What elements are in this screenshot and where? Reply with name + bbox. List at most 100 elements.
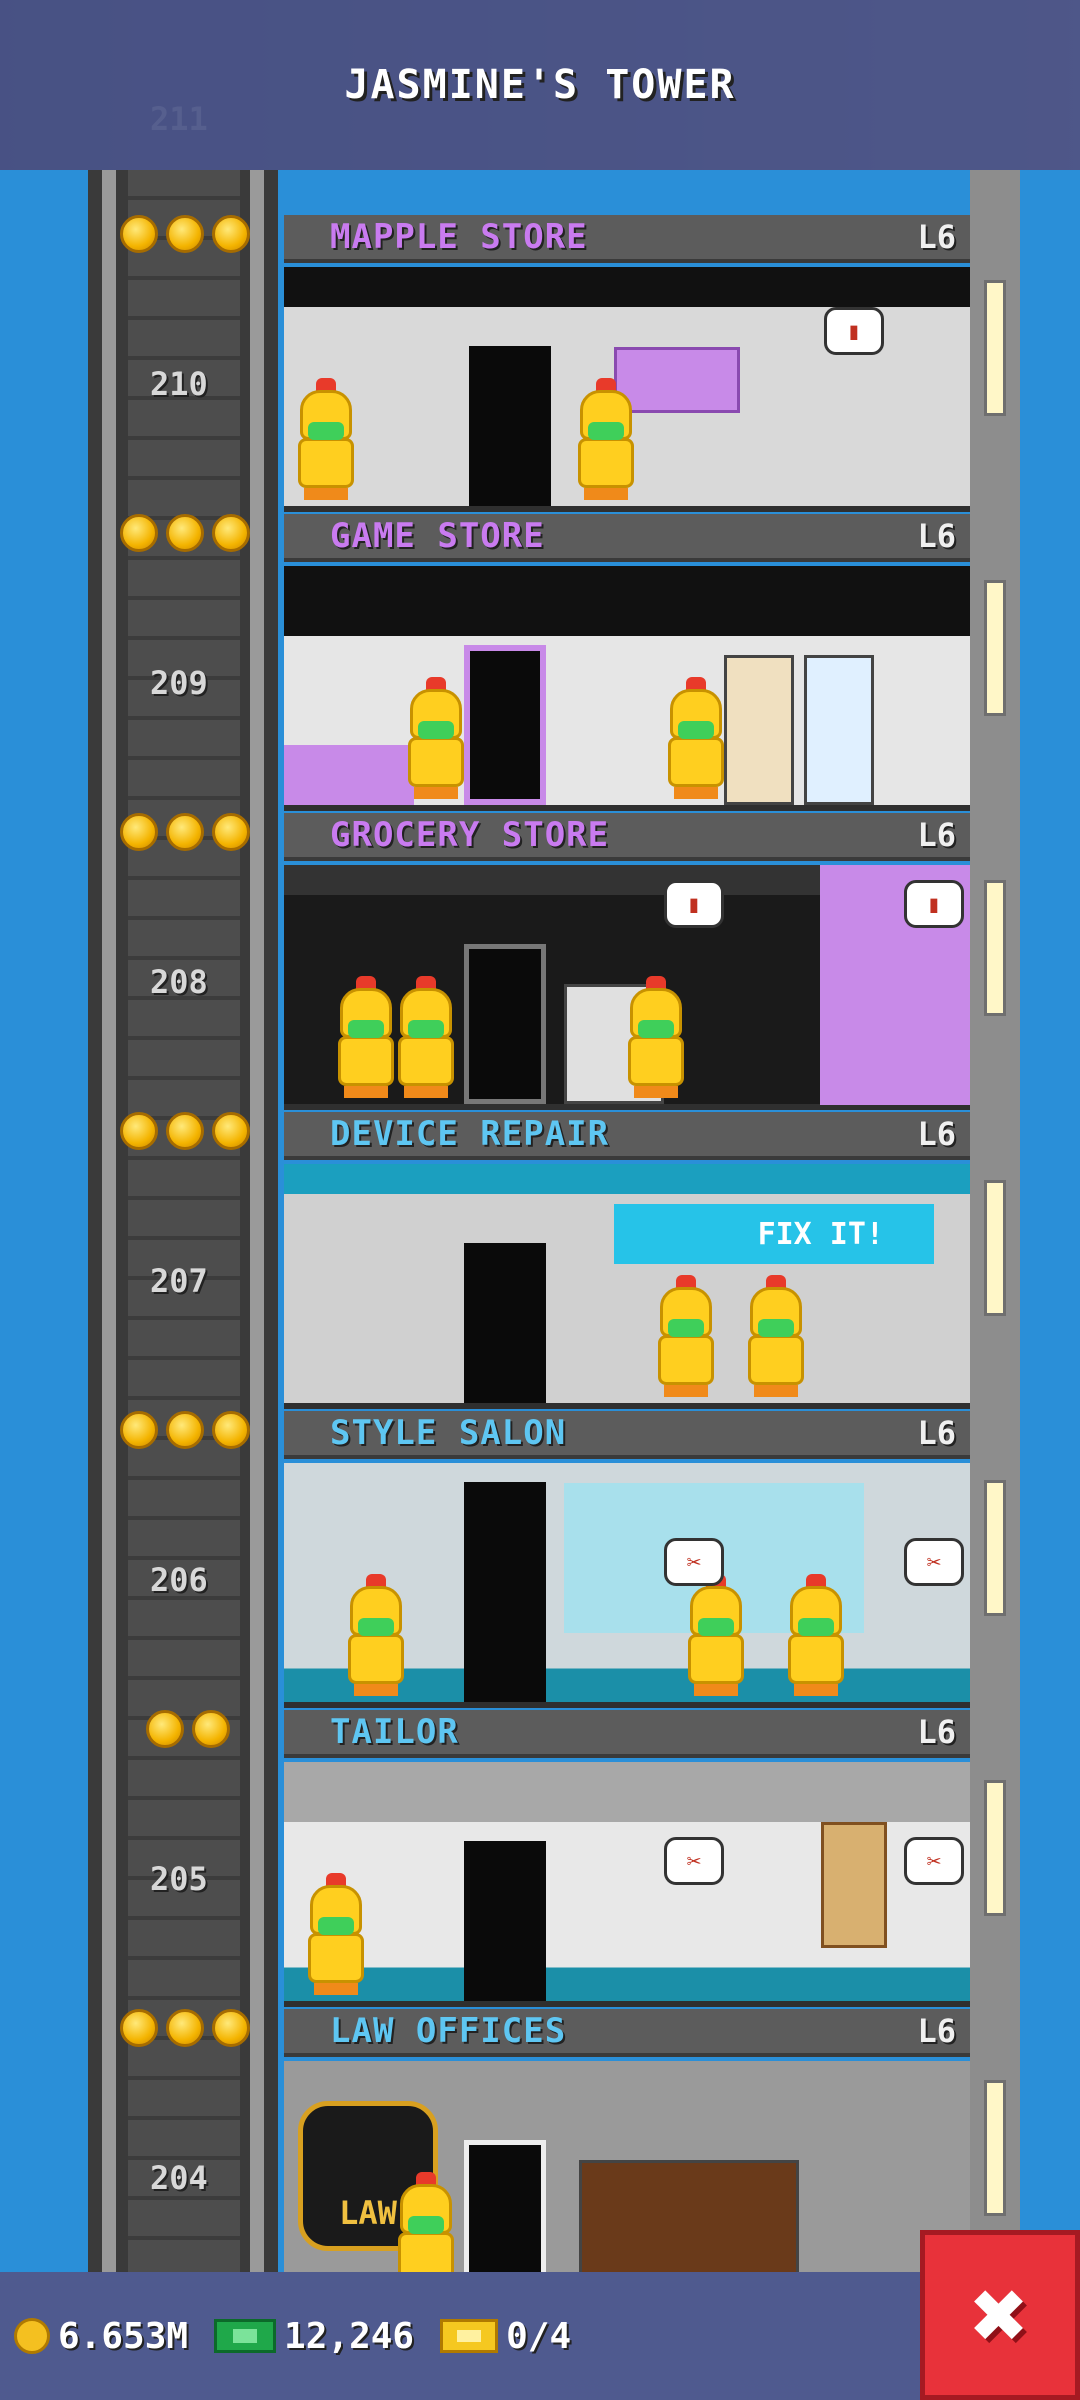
chicken-bitizen[interactable]	[744, 1275, 808, 1397]
floor-name: DEVICE REPAIR	[330, 1114, 610, 1154]
store-room[interactable]	[284, 566, 970, 811]
floor-level: L6	[917, 218, 956, 256]
store-room[interactable]: LAW	[284, 2061, 970, 2306]
chicken-bitizen[interactable]	[294, 378, 358, 500]
coins-stat[interactable]: 6.653M	[14, 2316, 188, 2357]
close-icon: ✖	[971, 2259, 1029, 2371]
floor-header[interactable]: GROCERY STORE L6	[284, 813, 970, 861]
floor-205[interactable]: TAILOR L6 205 ✂ ✂	[0, 1710, 1080, 2009]
floor-stars	[120, 215, 250, 263]
floor-208[interactable]: GROCERY STORE L6 208 ▮ ▮	[0, 813, 1080, 1112]
star-coin-icon	[166, 215, 204, 253]
floor-level: L6	[917, 1713, 956, 1751]
star-coin-icon	[166, 1112, 204, 1150]
floor-stars	[120, 514, 250, 562]
star-coin-icon	[192, 1710, 230, 1748]
chicken-bitizen[interactable]	[394, 976, 458, 1098]
star-coin-icon	[212, 1112, 250, 1150]
game-shelf	[724, 655, 794, 805]
floor-210[interactable]: MAPPLE STORE L6 210 ▮	[0, 215, 1080, 514]
repair-sign: FIX IT!	[614, 1204, 934, 1264]
floor-header[interactable]: STYLE SALON L6	[284, 1411, 970, 1459]
star-coin-icon	[212, 514, 250, 552]
floor-stars	[120, 1112, 250, 1160]
star-coin-icon	[166, 514, 204, 552]
bux-stat[interactable]: 12,246	[214, 2316, 414, 2357]
tickets-value: 0/4	[506, 2315, 572, 2357]
chicken-bitizen[interactable]	[404, 677, 468, 799]
floor-stars	[120, 1411, 250, 1459]
request-bubble[interactable]: ▮	[824, 307, 884, 355]
store-room[interactable]: FIX IT!	[284, 1164, 970, 1409]
floor-number: 205	[150, 1860, 208, 1898]
star-coin-icon	[166, 1411, 204, 1449]
floor-name: LAW OFFICES	[330, 2011, 567, 2051]
request-bubble[interactable]: ▮	[664, 880, 724, 928]
floor-level: L6	[917, 1115, 956, 1153]
status-bar: 6.653M 12,246 0/4	[0, 2272, 930, 2400]
game-shelf	[804, 655, 874, 805]
tickets-stat[interactable]: 0/4	[440, 2316, 571, 2357]
bux-icon	[214, 2319, 277, 2353]
repair-sign-text: FIX IT!	[757, 1216, 884, 1252]
floor-number: 207	[150, 1262, 208, 1300]
chicken-bitizen[interactable]	[304, 1873, 368, 1995]
floor-level: L6	[917, 1414, 956, 1452]
request-bubble[interactable]: ▮	[904, 880, 964, 928]
floor-name: GROCERY STORE	[330, 815, 610, 855]
chicken-bitizen[interactable]	[344, 1574, 408, 1696]
floor-header[interactable]: GAME STORE L6	[284, 514, 970, 562]
floor-header[interactable]: MAPPLE STORE L6	[284, 215, 970, 263]
store-door	[464, 645, 546, 805]
close-button[interactable]: ✖	[920, 2230, 1080, 2400]
bux-value: 12,246	[284, 2315, 415, 2357]
request-bubble[interactable]: ✂	[664, 1538, 724, 1586]
store-room[interactable]: ✂ ✂	[284, 1463, 970, 1708]
request-bubble[interactable]: ✂	[664, 1837, 724, 1885]
star-coin-icon	[166, 813, 204, 851]
store-room[interactable]: ▮	[284, 267, 970, 512]
floor-stars	[120, 813, 250, 861]
floor-stars	[146, 1710, 230, 1758]
request-bubble[interactable]: ✂	[904, 1837, 964, 1885]
counter	[284, 745, 414, 805]
chicken-bitizen[interactable]	[574, 378, 638, 500]
chicken-bitizen[interactable]	[334, 976, 398, 1098]
chicken-bitizen[interactable]	[684, 1574, 748, 1696]
star-coin-icon	[120, 1411, 158, 1449]
chicken-bitizen[interactable]	[624, 976, 688, 1098]
floor-header[interactable]: TAILOR L6	[284, 1710, 970, 1758]
tower-title: JASMINE'S TOWER	[344, 62, 736, 108]
floor-number: 209	[150, 664, 208, 702]
store-door	[464, 1243, 546, 1403]
store-door	[469, 346, 551, 506]
floor-header[interactable]: DEVICE REPAIR L6	[284, 1112, 970, 1160]
floor-209[interactable]: GAME STORE L6 209	[0, 514, 1080, 813]
floor-204[interactable]: LAW OFFICES L6 204 LAW	[0, 2009, 1080, 2308]
floor-stars	[120, 2009, 250, 2057]
chicken-bitizen[interactable]	[654, 1275, 718, 1397]
coins-value: 6.653M	[58, 2315, 189, 2357]
floor-number: 206	[150, 1561, 208, 1599]
request-bubble[interactable]: ✂	[904, 1538, 964, 1586]
floor-level: L6	[917, 2012, 956, 2050]
tower-title-bar: JASMINE'S TOWER	[0, 0, 1080, 170]
star-coin-icon	[120, 2009, 158, 2047]
star-coin-icon	[212, 215, 250, 253]
floor-206[interactable]: STYLE SALON L6 206 ✂ ✂	[0, 1411, 1080, 1710]
floor-level: L6	[917, 517, 956, 555]
floor-number: 208	[150, 963, 208, 1001]
store-room[interactable]: ▮ ▮	[284, 865, 970, 1110]
star-coin-icon	[120, 215, 158, 253]
floor-207[interactable]: DEVICE REPAIR L6 207 FIX IT!	[0, 1112, 1080, 1411]
star-coin-icon	[212, 813, 250, 851]
floor-name: STYLE SALON	[330, 1413, 567, 1453]
star-coin-icon	[120, 514, 158, 552]
floor-header[interactable]: LAW OFFICES L6	[284, 2009, 970, 2057]
floor-name: TAILOR	[330, 1712, 459, 1752]
chicken-bitizen[interactable]	[664, 677, 728, 799]
store-room[interactable]: ✂ ✂	[284, 1762, 970, 2007]
chicken-bitizen[interactable]	[784, 1574, 848, 1696]
star-coin-icon	[212, 1411, 250, 1449]
store-door	[464, 944, 546, 1104]
